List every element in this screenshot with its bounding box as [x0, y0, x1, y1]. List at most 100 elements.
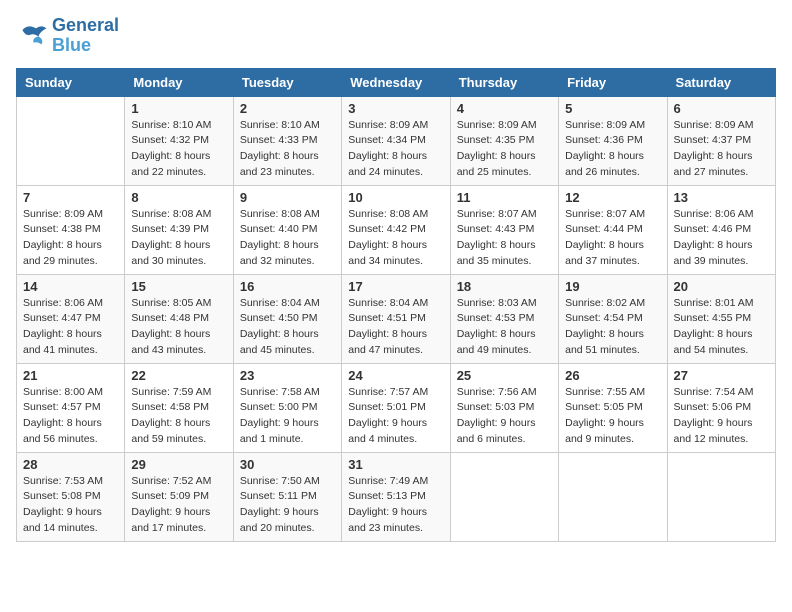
sunrise-time: Sunrise: 8:10 AM: [131, 118, 226, 134]
day-info: Sunrise: 8:07 AMSunset: 4:44 PMDaylight:…: [565, 207, 660, 270]
sunrise-time: Sunrise: 7:56 AM: [457, 385, 552, 401]
day-info: Sunrise: 8:08 AMSunset: 4:40 PMDaylight:…: [240, 207, 335, 270]
day-number: 23: [240, 368, 335, 383]
daylight-minutes: and 1 minute.: [240, 432, 335, 448]
day-info: Sunrise: 7:49 AMSunset: 5:13 PMDaylight:…: [348, 474, 443, 537]
sunset-time: Sunset: 5:06 PM: [674, 400, 769, 416]
sunrise-time: Sunrise: 8:01 AM: [674, 296, 769, 312]
day-info: Sunrise: 8:01 AMSunset: 4:55 PMDaylight:…: [674, 296, 769, 359]
day-info: Sunrise: 8:00 AMSunset: 4:57 PMDaylight:…: [23, 385, 118, 448]
daylight-hours: Daylight: 8 hours: [240, 238, 335, 254]
calendar-cell: [559, 452, 667, 541]
calendar-cell: 21 Sunrise: 8:00 AMSunset: 4:57 PMDayligh…: [17, 363, 125, 452]
sunset-time: Sunset: 4:32 PM: [131, 133, 226, 149]
day-info: Sunrise: 8:09 AMSunset: 4:34 PMDaylight:…: [348, 118, 443, 181]
day-number: 20: [674, 279, 769, 294]
day-info: Sunrise: 8:08 AMSunset: 4:39 PMDaylight:…: [131, 207, 226, 270]
sunrise-time: Sunrise: 8:06 AM: [23, 296, 118, 312]
daylight-minutes: and 43 minutes.: [131, 343, 226, 359]
day-number: 17: [348, 279, 443, 294]
day-info: Sunrise: 7:57 AMSunset: 5:01 PMDaylight:…: [348, 385, 443, 448]
day-number: 25: [457, 368, 552, 383]
daylight-minutes: and 30 minutes.: [131, 254, 226, 270]
calendar-cell: 5Sunrise: 8:09 AMSunset: 4:36 PMDaylight…: [559, 96, 667, 185]
daylight-minutes: and 23 minutes.: [348, 521, 443, 537]
day-number: 15: [131, 279, 226, 294]
daylight-minutes: and 35 minutes.: [457, 254, 552, 270]
day-info: Sunrise: 7:53 AMSunset: 5:08 PMDaylight:…: [23, 474, 118, 537]
sunset-time: Sunset: 5:05 PM: [565, 400, 660, 416]
day-number: 13: [674, 190, 769, 205]
daylight-hours: Daylight: 8 hours: [131, 238, 226, 254]
calendar-cell: 6Sunrise: 8:09 AMSunset: 4:37 PMDaylight…: [667, 96, 775, 185]
daylight-hours: Daylight: 9 hours: [240, 505, 335, 521]
sunset-time: Sunset: 4:34 PM: [348, 133, 443, 149]
day-info: Sunrise: 8:04 AMSunset: 4:51 PMDaylight:…: [348, 296, 443, 359]
logo-icon: [16, 22, 48, 50]
sunset-time: Sunset: 4:46 PM: [674, 222, 769, 238]
day-number: 16: [240, 279, 335, 294]
sunrise-time: Sunrise: 7:57 AM: [348, 385, 443, 401]
day-number: 8: [131, 190, 226, 205]
day-number: 26: [565, 368, 660, 383]
sunset-time: Sunset: 4:51 PM: [348, 311, 443, 327]
calendar-cell: 15 Sunrise: 8:05 AMSunset: 4:48 PMDayligh…: [125, 274, 233, 363]
calendar-cell: 13 Sunrise: 8:06 AMSunset: 4:46 PMDayligh…: [667, 185, 775, 274]
day-info: Sunrise: 7:52 AMSunset: 5:09 PMDaylight:…: [131, 474, 226, 537]
calendar-cell: 10Sunrise: 8:08 AMSunset: 4:42 PMDayligh…: [342, 185, 450, 274]
sunrise-time: Sunrise: 8:00 AM: [23, 385, 118, 401]
day-number: 2: [240, 101, 335, 116]
day-number: 21: [23, 368, 118, 383]
daylight-hours: Daylight: 8 hours: [131, 327, 226, 343]
logo: General Blue: [16, 16, 119, 56]
sunrise-time: Sunrise: 8:07 AM: [457, 207, 552, 223]
calendar-cell: 7Sunrise: 8:09 AMSunset: 4:38 PMDaylight…: [17, 185, 125, 274]
daylight-minutes: and 26 minutes.: [565, 165, 660, 181]
daylight-minutes: and 24 minutes.: [348, 165, 443, 181]
day-number: 24: [348, 368, 443, 383]
day-number: 10: [348, 190, 443, 205]
calendar-cell: 27Sunrise: 7:54 AMSunset: 5:06 PMDayligh…: [667, 363, 775, 452]
column-header-sunday: Sunday: [17, 68, 125, 96]
calendar-table: SundayMondayTuesdayWednesdayThursdayFrid…: [16, 68, 776, 542]
daylight-hours: Daylight: 8 hours: [565, 327, 660, 343]
calendar-cell: 23Sunrise: 7:58 AMSunset: 5:00 PMDayligh…: [233, 363, 341, 452]
daylight-minutes: and 12 minutes.: [674, 432, 769, 448]
day-number: 12: [565, 190, 660, 205]
sunrise-time: Sunrise: 8:05 AM: [131, 296, 226, 312]
day-number: 28: [23, 457, 118, 472]
day-number: 4: [457, 101, 552, 116]
sunrise-time: Sunrise: 7:55 AM: [565, 385, 660, 401]
sunrise-time: Sunrise: 7:58 AM: [240, 385, 335, 401]
sunset-time: Sunset: 5:13 PM: [348, 489, 443, 505]
sunset-time: Sunset: 4:58 PM: [131, 400, 226, 416]
daylight-minutes: and 17 minutes.: [131, 521, 226, 537]
day-number: 5: [565, 101, 660, 116]
day-info: Sunrise: 8:04 AMSunset: 4:50 PMDaylight:…: [240, 296, 335, 359]
daylight-hours: Daylight: 8 hours: [240, 327, 335, 343]
calendar-week-3: 14Sunrise: 8:06 AMSunset: 4:47 PMDayligh…: [17, 274, 776, 363]
day-info: Sunrise: 8:09 AMSunset: 4:35 PMDaylight:…: [457, 118, 552, 181]
day-number: 30: [240, 457, 335, 472]
daylight-minutes: and 25 minutes.: [457, 165, 552, 181]
sunset-time: Sunset: 5:03 PM: [457, 400, 552, 416]
calendar-cell: 1Sunrise: 8:10 AMSunset: 4:32 PMDaylight…: [125, 96, 233, 185]
daylight-hours: Daylight: 8 hours: [457, 238, 552, 254]
sunset-time: Sunset: 5:00 PM: [240, 400, 335, 416]
day-number: 27: [674, 368, 769, 383]
daylight-hours: Daylight: 8 hours: [674, 149, 769, 165]
sunrise-time: Sunrise: 8:08 AM: [131, 207, 226, 223]
column-header-wednesday: Wednesday: [342, 68, 450, 96]
sunset-time: Sunset: 5:08 PM: [23, 489, 118, 505]
calendar-week-2: 7Sunrise: 8:09 AMSunset: 4:38 PMDaylight…: [17, 185, 776, 274]
calendar-week-1: 1Sunrise: 8:10 AMSunset: 4:32 PMDaylight…: [17, 96, 776, 185]
daylight-hours: Daylight: 8 hours: [131, 149, 226, 165]
day-info: Sunrise: 8:10 AMSunset: 4:33 PMDaylight:…: [240, 118, 335, 181]
day-info: Sunrise: 8:03 AMSunset: 4:53 PMDaylight:…: [457, 296, 552, 359]
sunrise-time: Sunrise: 8:04 AM: [348, 296, 443, 312]
day-info: Sunrise: 8:05 AMSunset: 4:48 PMDaylight:…: [131, 296, 226, 359]
daylight-minutes: and 20 minutes.: [240, 521, 335, 537]
day-info: Sunrise: 8:06 AMSunset: 4:46 PMDaylight:…: [674, 207, 769, 270]
calendar-cell: [17, 96, 125, 185]
daylight-minutes: and 47 minutes.: [348, 343, 443, 359]
